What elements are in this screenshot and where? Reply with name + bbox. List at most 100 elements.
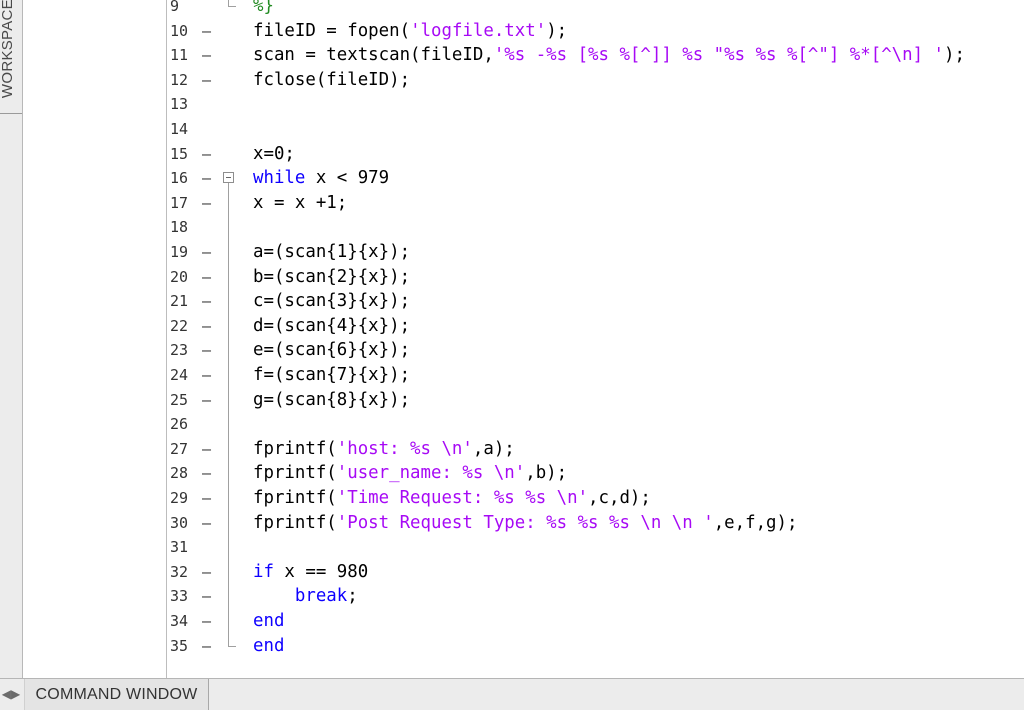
line-number[interactable]: 26 xyxy=(170,412,200,436)
breakpoint-marker[interactable]: – xyxy=(202,265,211,289)
line-number[interactable]: 35 xyxy=(170,634,200,658)
code-text-area[interactable]: %} fileID = fopen('logfile.txt'); scan = t… xyxy=(249,0,1024,678)
line-number[interactable]: 29 xyxy=(170,486,200,510)
line-number[interactable]: 32 xyxy=(170,560,200,584)
breakpoint-marker[interactable]: – xyxy=(202,68,211,92)
code-token: fprintf( xyxy=(253,438,337,459)
line-number[interactable]: 11 xyxy=(170,43,200,67)
breakpoint-marker[interactable]: – xyxy=(202,166,211,190)
breakpoint-marker[interactable]: – xyxy=(202,240,211,264)
line-number[interactable]: 20 xyxy=(170,265,200,289)
code-line[interactable]: fprintf('Time Request: %s %s \n',c,d); xyxy=(253,486,651,510)
line-number[interactable]: 31 xyxy=(170,535,200,559)
fold-end-marker xyxy=(228,6,236,7)
code-token: g=(scan{8}{x}); xyxy=(253,389,411,410)
line-number[interactable]: 24 xyxy=(170,363,200,387)
code-line[interactable]: scan = textscan(fileID,'%s -%s [%s %[^]]… xyxy=(253,43,965,67)
code-line[interactable]: if x == 980 xyxy=(253,560,368,584)
fold-guide-line xyxy=(228,183,229,646)
line-number[interactable]: 16 xyxy=(170,166,200,190)
breakpoint-marker[interactable]: – xyxy=(202,486,211,510)
workspace-panel-strip[interactable]: WORKSPACE xyxy=(0,0,23,678)
code-line[interactable]: a=(scan{1}{x}); xyxy=(253,240,410,264)
breakpoint-marker[interactable]: – xyxy=(202,289,211,313)
workspace-label[interactable]: WORKSPACE xyxy=(0,0,21,99)
code-line[interactable]: while x < 979 xyxy=(253,166,389,190)
breakpoint-marker[interactable]: – xyxy=(202,461,211,485)
code-string: 'Time Request: %s %s \n' xyxy=(336,488,589,508)
breakpoint-marker[interactable]: – xyxy=(202,191,211,215)
line-number[interactable]: 33 xyxy=(170,584,200,608)
code-line[interactable]: b=(scan{2}{x}); xyxy=(253,265,410,289)
fold-end-marker xyxy=(228,645,236,647)
code-token: ,b); xyxy=(525,463,568,484)
code-line[interactable]: fileID = fopen('logfile.txt'); xyxy=(253,19,567,43)
line-number[interactable]: 15 xyxy=(170,142,200,166)
code-token: fprintf( xyxy=(253,488,337,508)
breakpoint-marker[interactable]: – xyxy=(202,388,211,412)
code-line[interactable]: fprintf('Post Request Type: %s %s %s \n … xyxy=(253,511,797,535)
line-number[interactable]: 21 xyxy=(170,289,200,313)
code-line[interactable]: fprintf('user_name: %s \n',b); xyxy=(253,461,567,485)
line-number[interactable]: 9 xyxy=(170,0,200,18)
breakpoint-marker[interactable]: – xyxy=(202,609,211,633)
line-number[interactable]: 28 xyxy=(170,461,200,485)
breakpoint-marker[interactable]: – xyxy=(202,560,211,584)
line-number[interactable]: 19 xyxy=(170,240,200,264)
code-line[interactable]: f=(scan{7}{x}); xyxy=(253,363,410,387)
breakpoint-marker[interactable]: – xyxy=(202,634,211,658)
code-line[interactable]: d=(scan{4}{x}); xyxy=(253,314,410,338)
breakpoint-marker[interactable]: – xyxy=(202,584,211,608)
line-number[interactable]: 13 xyxy=(170,92,200,116)
code-line[interactable]: break; xyxy=(253,584,358,608)
command-window-tab[interactable]: COMMAND WINDOW xyxy=(24,679,209,710)
code-string: 'logfile.txt' xyxy=(410,20,547,41)
code-editor[interactable]: 9 10–11–12–13 14 15–16–17–18 19–20–21–22–23–… xyxy=(23,0,1024,678)
line-number[interactable]: 25 xyxy=(170,388,200,412)
code-keyword: end xyxy=(253,611,285,631)
code-line[interactable]: %} xyxy=(253,0,274,18)
code-keyword: while xyxy=(253,168,306,189)
line-number[interactable]: 18 xyxy=(170,215,200,239)
code-token: ); xyxy=(546,20,568,41)
breakpoint-marker[interactable]: – xyxy=(202,338,211,362)
code-line[interactable]: fprintf('host: %s \n',a); xyxy=(253,437,515,461)
line-number[interactable]: 23 xyxy=(170,338,200,362)
line-number[interactable]: 17 xyxy=(170,191,200,215)
breakpoint-marker[interactable]: – xyxy=(202,142,211,166)
line-number[interactable]: 12 xyxy=(170,68,200,92)
code-line[interactable]: fclose(fileID); xyxy=(253,68,410,92)
breakpoint-marker[interactable]: – xyxy=(202,314,211,338)
code-line[interactable]: end xyxy=(253,609,284,633)
code-token: c=(scan{3}{x}); xyxy=(253,291,411,312)
code-line[interactable]: x = x +1; xyxy=(253,191,347,215)
line-number[interactable]: 22 xyxy=(170,314,200,338)
breakpoint-marker[interactable]: – xyxy=(202,437,211,461)
editor-left-margin xyxy=(23,0,166,678)
line-number[interactable]: 10 xyxy=(170,19,200,43)
breakpoint-marker[interactable]: – xyxy=(202,19,211,43)
breakpoint-marker[interactable]: – xyxy=(202,511,211,535)
panel-toggle-icon[interactable]: ◀▶ xyxy=(0,679,22,710)
line-number[interactable]: 14 xyxy=(170,117,200,141)
line-number[interactable]: 30 xyxy=(170,511,200,535)
code-string: '%s -%s [%s %[^]] %s "%s %s %[^"] %*[^\n… xyxy=(493,45,945,66)
code-token: ,a); xyxy=(472,438,515,459)
code-token: d=(scan{4}{x}); xyxy=(253,315,411,336)
code-line[interactable]: e=(scan{6}{x}); xyxy=(253,338,410,362)
breakpoint-marker[interactable]: – xyxy=(202,43,211,67)
collapse-icon[interactable] xyxy=(223,172,234,184)
code-token: fileID = fopen( xyxy=(253,20,411,41)
code-token: x == 980 xyxy=(273,561,369,582)
code-token: scan = textscan(fileID, xyxy=(253,45,494,66)
breakpoint-marker[interactable]: – xyxy=(202,363,211,387)
code-line[interactable]: x=0; xyxy=(253,142,295,166)
code-line[interactable]: end xyxy=(253,634,284,658)
line-number-gutter[interactable]: 9 10–11–12–13 14 15–16–17–18 19–20–21–22–23–… xyxy=(166,0,250,678)
line-number[interactable]: 27 xyxy=(170,437,200,461)
code-line[interactable]: g=(scan{8}{x}); xyxy=(253,388,410,412)
code-token: x < 979 xyxy=(305,168,390,189)
code-line[interactable]: c=(scan{3}{x}); xyxy=(253,289,410,313)
code-string: 'Post Request Type: %s %s %s \n \n ' xyxy=(336,512,714,533)
line-number[interactable]: 34 xyxy=(170,609,200,633)
